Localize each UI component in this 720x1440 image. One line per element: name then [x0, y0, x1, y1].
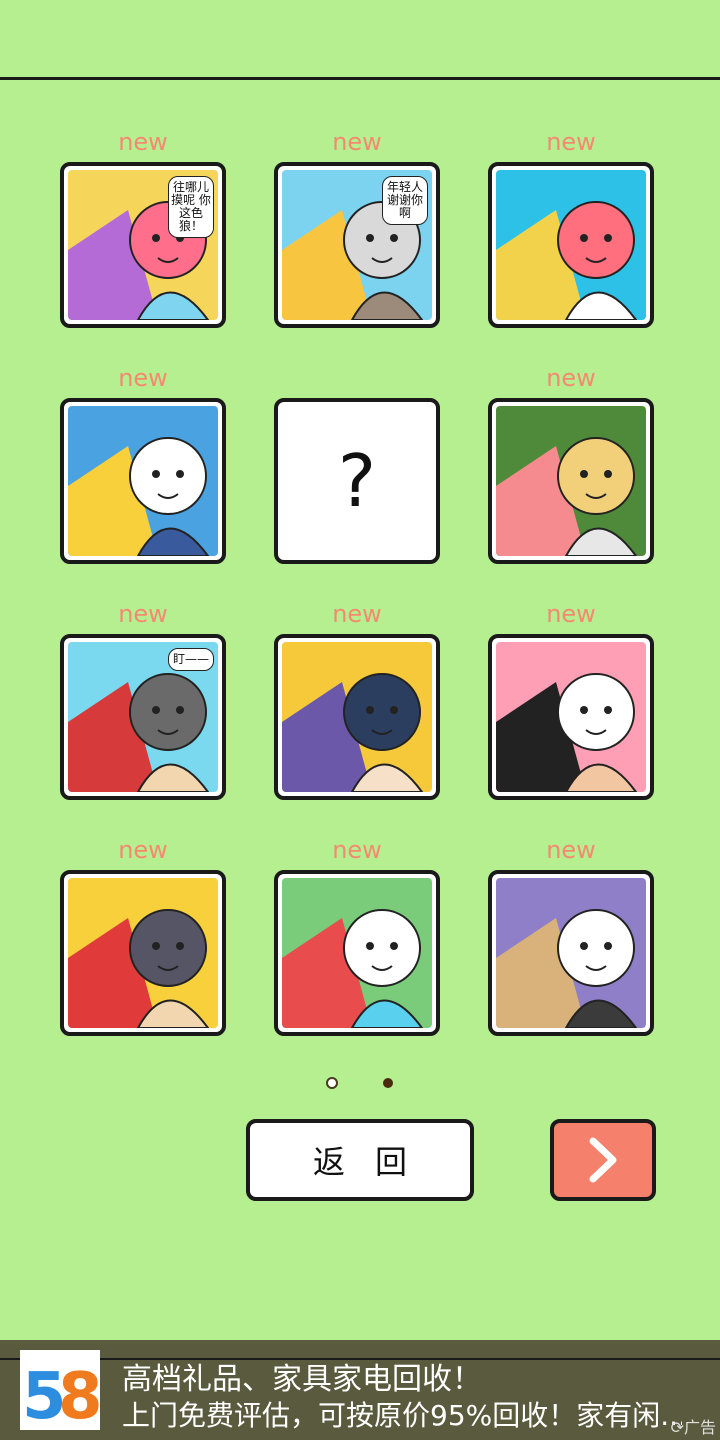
comic-card[interactable]	[60, 870, 226, 1036]
comic-card[interactable]: 往哪儿摸呢 你这色狼！	[60, 162, 226, 328]
comic-thumbnail	[496, 170, 646, 320]
new-badge: new	[332, 128, 382, 156]
comic-thumbnail	[282, 878, 432, 1028]
speech-bubble: 往哪儿摸呢 你这色狼！	[168, 176, 214, 238]
new-badge: new	[332, 600, 382, 628]
comic-card[interactable]	[60, 398, 226, 564]
svg-text:8: 8	[58, 1360, 100, 1430]
page-indicator-2[interactable]	[383, 1078, 393, 1088]
comic-thumbnail	[282, 642, 432, 792]
new-badge: new	[546, 836, 596, 864]
comic-card[interactable]	[488, 398, 654, 564]
ad-subtitle: 上门免费评估，可按原价95%回收！家有闲...	[122, 1399, 682, 1432]
ad-tag-label: 广告	[683, 1418, 716, 1437]
next-page-button[interactable]	[550, 1119, 656, 1201]
chevron-right-icon	[589, 1137, 617, 1183]
locked-comic-card[interactable]: ?	[274, 398, 440, 564]
ad-title: 高档礼品、家具家电回收！	[122, 1362, 482, 1397]
speech-bubble: 盯——	[168, 648, 214, 671]
comic-thumbnail	[496, 642, 646, 792]
page-indicator-1[interactable]	[326, 1077, 338, 1089]
header-divider	[0, 77, 720, 80]
new-badge: new	[546, 600, 596, 628]
comic-card[interactable]	[488, 634, 654, 800]
back-button[interactable]: 返回	[246, 1119, 474, 1201]
new-badge: new	[118, 128, 168, 156]
comic-card[interactable]	[488, 162, 654, 328]
new-badge: new	[546, 128, 596, 156]
question-mark-icon: ?	[337, 439, 377, 523]
ad-banner[interactable]: 5 8 高档礼品、家具家电回收！ 上门免费评估，可按原价95%回收！家有闲...…	[0, 1340, 720, 1440]
comic-card[interactable]	[274, 870, 440, 1036]
comic-card[interactable]: 盯——	[60, 634, 226, 800]
comic-card[interactable]	[488, 870, 654, 1036]
new-badge: new	[118, 836, 168, 864]
comic-thumbnail	[68, 406, 218, 556]
new-badge: new	[332, 836, 382, 864]
speech-bubble: 年轻人谢谢你啊	[382, 176, 428, 225]
new-badge: new	[118, 600, 168, 628]
comic-card[interactable]: 年轻人谢谢你啊	[274, 162, 440, 328]
comic-card[interactable]	[274, 634, 440, 800]
comic-thumbnail	[496, 406, 646, 556]
comic-thumbnail	[496, 878, 646, 1028]
ad-logo: 5 8	[20, 1350, 103, 1434]
ad-tag: ⟳广告	[670, 1418, 716, 1437]
new-badge: new	[118, 364, 168, 392]
comic-thumbnail	[68, 878, 218, 1028]
back-button-label: 返回	[312, 1143, 437, 1181]
new-badge: new	[546, 364, 596, 392]
